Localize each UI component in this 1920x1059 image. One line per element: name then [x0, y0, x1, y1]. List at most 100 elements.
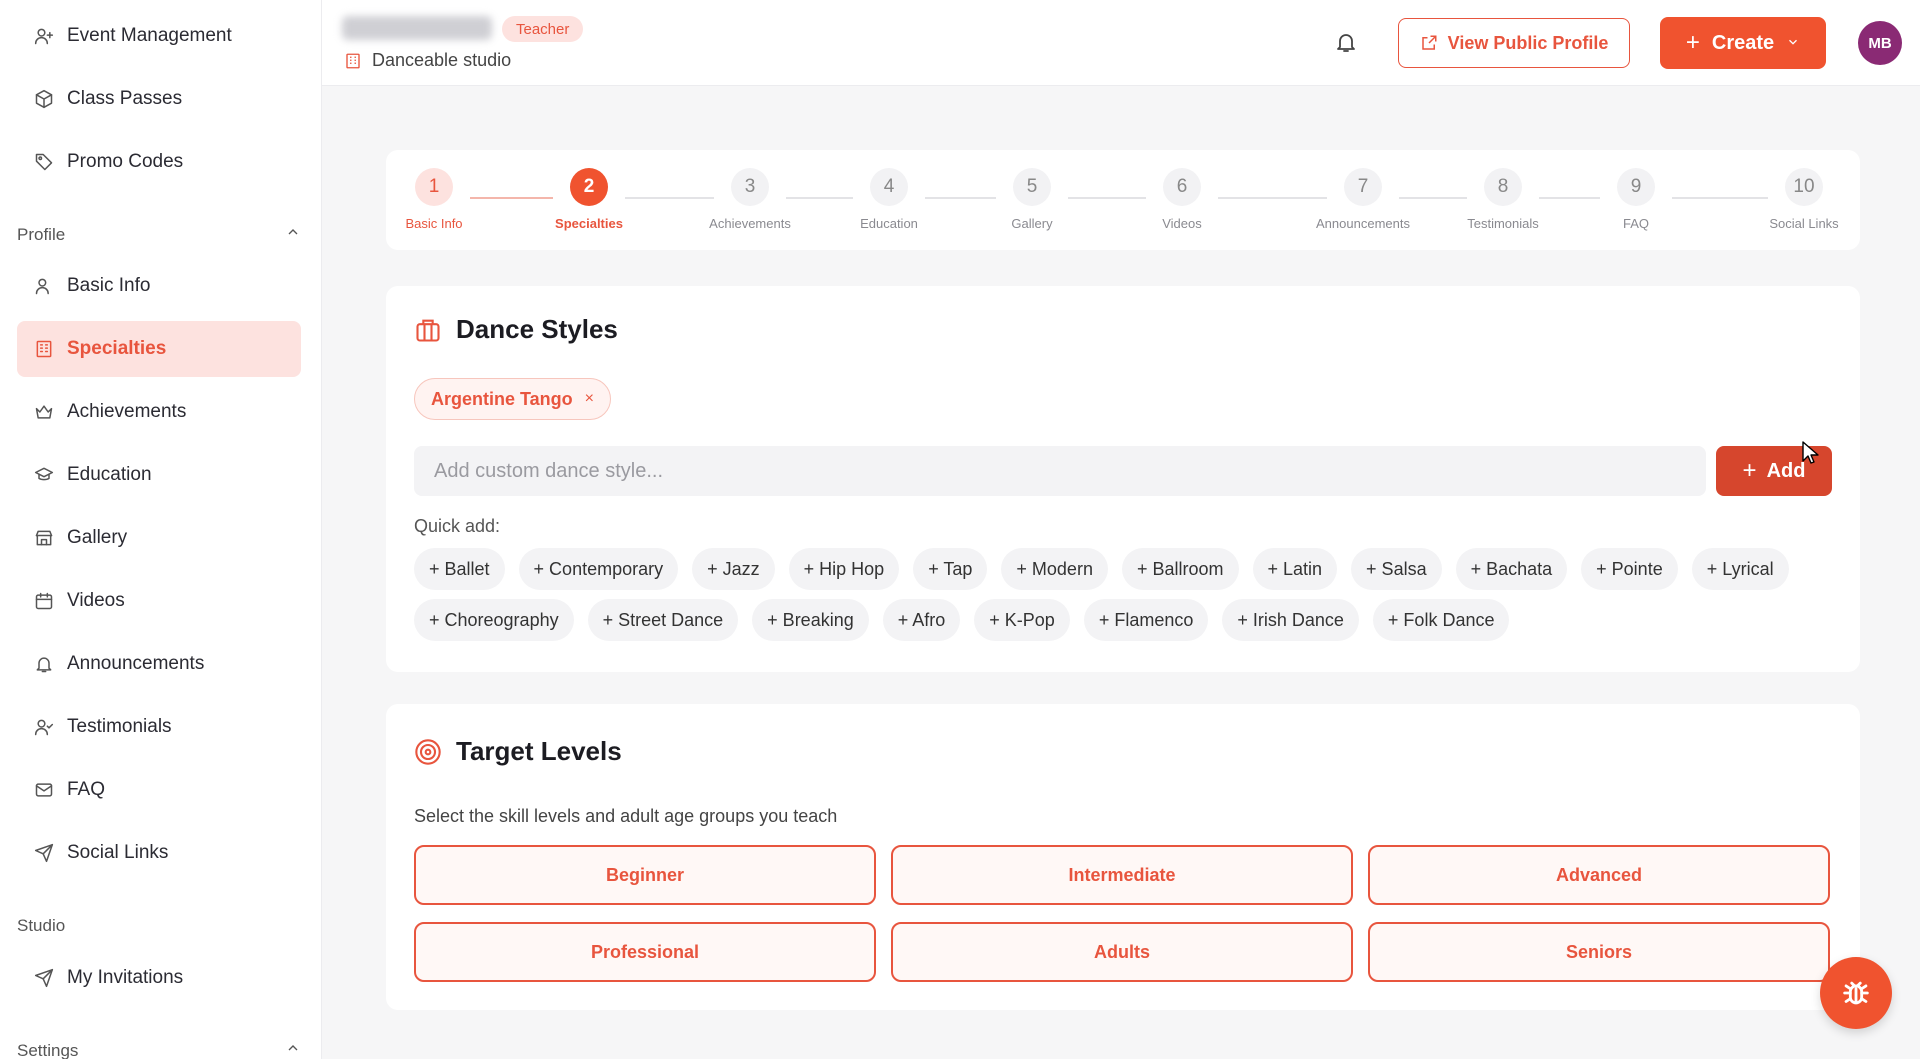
bell-icon	[33, 653, 55, 675]
user-name-redacted	[342, 16, 492, 40]
external-link-icon	[1421, 35, 1437, 50]
quick-add-chip[interactable]: + Hip Hop	[788, 548, 900, 590]
step-number: 1	[415, 168, 453, 206]
selected-style-label: Argentine Tango	[431, 388, 573, 409]
sidebar-item-basic-info[interactable]: Basic Info	[17, 258, 301, 314]
section-label: Studio	[17, 916, 66, 935]
level-professional-button[interactable]: Professional	[414, 922, 876, 982]
sidebar-section-profile[interactable]: Profile	[17, 224, 301, 245]
custom-dance-style-input[interactable]	[414, 446, 1706, 496]
quick-add-chip[interactable]: + Tap	[913, 548, 988, 590]
tag-icon	[33, 151, 55, 173]
store-icon	[33, 527, 55, 549]
sidebar-item-label: Specialties	[67, 338, 167, 359]
add-label: Add	[1766, 459, 1806, 482]
sidebar-item-label: Social Links	[67, 842, 169, 863]
target-levels-subtitle: Select the skill levels and adult age gr…	[414, 806, 838, 826]
quick-add-chip[interactable]: + Salsa	[1351, 548, 1442, 590]
sidebar-item-class-passes[interactable]: Class Passes	[17, 71, 301, 127]
sidebar-item-label: Gallery	[67, 527, 128, 548]
quick-add-chip[interactable]: + Ballroom	[1121, 548, 1239, 590]
sidebar-item-label: Testimonials	[67, 716, 172, 737]
quick-add-chip[interactable]: + Modern	[1001, 548, 1108, 590]
sidebar-item-label: My Invitations	[67, 967, 184, 988]
sidebar-item-event-management[interactable]: Event Management	[17, 8, 301, 64]
quick-add-chip[interactable]: + Folk Dance	[1372, 599, 1510, 641]
mouse-cursor-icon	[1802, 441, 1819, 464]
view-public-profile-label: View Public Profile	[1447, 32, 1609, 53]
step-number: 10	[1785, 168, 1823, 206]
step-testimonials[interactable]: 8 Testimonials	[1438, 168, 1568, 231]
sidebar-item-faq[interactable]: FAQ	[17, 762, 301, 818]
avatar[interactable]: MB	[1858, 21, 1902, 65]
notifications-button[interactable]	[1332, 28, 1360, 56]
quick-add-chip[interactable]: + Flamenco	[1083, 599, 1209, 641]
step-label: Achievements	[709, 216, 791, 231]
sidebar-item-label: Class Passes	[67, 88, 183, 109]
quick-add-chip[interactable]: + Irish Dance	[1222, 599, 1359, 641]
level-beginner-button[interactable]: Beginner	[414, 845, 876, 905]
quick-add-chip[interactable]: + Breaking	[752, 599, 869, 641]
step-label: Social Links	[1769, 216, 1839, 231]
quick-add-chip[interactable]: + Pointe	[1581, 548, 1678, 590]
step-announcements[interactable]: 7 Announcements	[1298, 168, 1428, 231]
step-faq[interactable]: 9 FAQ	[1571, 168, 1701, 231]
bug-report-button[interactable]	[1820, 957, 1892, 1029]
quick-add-chip[interactable]: + Contemporary	[518, 548, 679, 590]
sidebar-section-studio: Studio	[17, 916, 301, 936]
sidebar-item-social-links[interactable]: Social Links	[17, 825, 301, 881]
step-education[interactable]: 4 Education	[824, 168, 954, 231]
sidebar-item-education[interactable]: Education	[17, 447, 301, 503]
level-intermediate-button[interactable]: Intermediate	[891, 845, 1353, 905]
sidebar-item-specialties[interactable]: Specialties	[17, 321, 301, 377]
building-icon	[346, 53, 360, 68]
target-levels-card: Target Levels Select the skill levels an…	[386, 704, 1860, 1010]
create-button[interactable]: + Create	[1660, 17, 1826, 69]
briefcase-icon	[416, 319, 440, 342]
crown-icon	[33, 401, 55, 423]
studio-label: Danceable studio	[344, 50, 511, 71]
sidebar-item-my-invitations[interactable]: My Invitations	[17, 950, 301, 1006]
quick-add-chip[interactable]: + Lyrical	[1691, 548, 1789, 590]
step-gallery[interactable]: 5 Gallery	[967, 168, 1097, 231]
view-public-profile-button[interactable]: View Public Profile	[1398, 18, 1630, 68]
step-number: 2	[570, 168, 608, 206]
level-adults-button[interactable]: Adults	[891, 922, 1353, 982]
sidebar-item-announcements[interactable]: Announcements	[17, 636, 301, 692]
plus-icon: +	[1742, 457, 1757, 484]
level-seniors-button[interactable]: Seniors	[1368, 922, 1830, 982]
quick-add-chip[interactable]: + Ballet	[414, 548, 505, 590]
step-videos[interactable]: 6 Videos	[1117, 168, 1247, 231]
quick-add-chip[interactable]: + Latin	[1252, 548, 1338, 590]
calendar-icon	[33, 590, 55, 612]
quick-add-label: Quick add:	[414, 516, 501, 536]
quick-add-row: + Ballet + Contemporary + Jazz + Hip Hop + T…	[414, 548, 1803, 590]
remove-icon[interactable]: ×	[585, 390, 594, 408]
quick-add-chip[interactable]: + K-Pop	[974, 599, 1070, 641]
step-achievements[interactable]: 3 Achievements	[685, 168, 815, 231]
sidebar-item-testimonials[interactable]: Testimonials	[17, 699, 301, 755]
section-label: Settings	[17, 1040, 79, 1059]
quick-add-chip[interactable]: + Afro	[882, 599, 961, 641]
level-advanced-button[interactable]: Advanced	[1368, 845, 1830, 905]
quick-add-chip[interactable]: + Choreography	[414, 599, 574, 641]
step-number: 6	[1163, 168, 1201, 206]
step-social-links[interactable]: 10 Social Links	[1739, 168, 1869, 231]
sidebar-item-label: Education	[67, 464, 152, 485]
step-number: 4	[870, 168, 908, 206]
sidebar-item-achievements[interactable]: Achievements	[17, 384, 301, 440]
profile-stepper: 1 Basic Info 2 Specialties 3 Achievements 4 Edu…	[386, 150, 1860, 250]
quick-add-chip[interactable]: + Bachata	[1455, 548, 1568, 590]
quick-add-chip[interactable]: + Jazz	[692, 548, 775, 590]
sidebar-item-label: FAQ	[67, 779, 106, 800]
step-basic-info[interactable]: 1 Basic Info	[369, 168, 499, 231]
sidebar-item-videos[interactable]: Videos	[17, 573, 301, 629]
sidebar-section-settings[interactable]: Settings	[17, 1040, 301, 1059]
dance-styles-title: Dance Styles	[414, 314, 618, 345]
sidebar-item-promo-codes[interactable]: Promo Codes	[17, 134, 301, 190]
sidebar-item-gallery[interactable]: Gallery	[17, 510, 301, 566]
step-specialties[interactable]: 2 Specialties	[524, 168, 654, 231]
quick-add-chip[interactable]: + Street Dance	[587, 599, 739, 641]
bug-icon	[1843, 981, 1869, 1005]
section-label: Profile	[17, 224, 66, 244]
